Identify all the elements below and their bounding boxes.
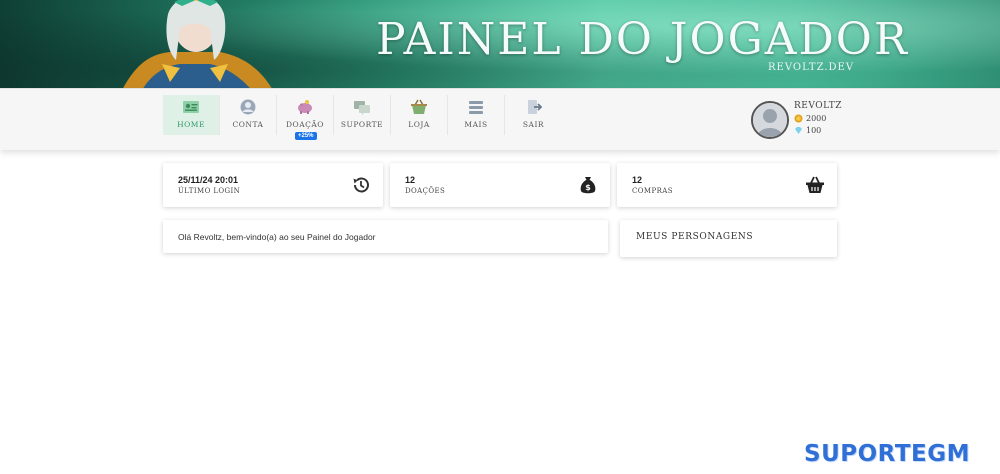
nav-label-doacao: Doação bbox=[286, 120, 324, 129]
nav-label-suporte: Suporte bbox=[340, 120, 384, 129]
nav-label-mais: Mais bbox=[464, 120, 488, 129]
nav-label-loja: Loja bbox=[408, 120, 430, 129]
header-banner: PAINEL DO JOGADOR REVOLTZ.DEV bbox=[0, 0, 1000, 88]
purchases-value: 12 bbox=[632, 175, 643, 185]
money-bag-icon: $ bbox=[580, 177, 596, 194]
nav-item-home[interactable]: Home bbox=[163, 95, 220, 135]
shop-basket-icon bbox=[411, 99, 427, 114]
banner-subtitle: REVOLTZ.DEV bbox=[768, 62, 855, 73]
nav-item-mais[interactable]: Mais bbox=[448, 95, 505, 135]
nav-item-doacao[interactable]: Doação +25% bbox=[277, 95, 334, 140]
avatar[interactable] bbox=[751, 101, 789, 139]
svg-text:$: $ bbox=[585, 183, 591, 192]
banner-title: PAINEL DO JOGADOR bbox=[376, 14, 909, 65]
gold-coin-icon bbox=[794, 114, 803, 123]
gold-amount: 2000 bbox=[806, 114, 827, 123]
logout-icon bbox=[527, 100, 542, 114]
nav-item-conta[interactable]: Conta bbox=[220, 95, 277, 135]
main-nav: Home Conta Doação +25% bbox=[163, 95, 562, 140]
welcome-message: Olá Revoltz, bem-vindo(a) ao seu Painel … bbox=[178, 232, 376, 242]
diamond-amount: 100 bbox=[806, 126, 822, 135]
watermark-logo: SUPORTEGM bbox=[804, 441, 970, 467]
donations-value: 12 bbox=[405, 175, 416, 185]
last-login-value: 25/11/24 20:01 bbox=[178, 175, 239, 185]
history-icon bbox=[353, 177, 369, 193]
last-login-card: 25/11/24 20:01 Último Login bbox=[163, 163, 383, 207]
nav-item-suporte[interactable]: Suporte bbox=[334, 95, 391, 135]
nav-label-conta: Conta bbox=[232, 120, 264, 129]
nav-item-loja[interactable]: Loja bbox=[391, 95, 448, 135]
nav-label-sair: Sair bbox=[522, 120, 545, 129]
welcome-card: Olá Revoltz, bem-vindo(a) ao seu Painel … bbox=[163, 220, 608, 253]
donations-card: 12 Doações $ bbox=[390, 163, 610, 207]
nav-label-home: Home bbox=[177, 120, 205, 129]
hero-character-art bbox=[123, 0, 272, 88]
donation-piggy-icon bbox=[298, 100, 312, 114]
bonus-badge: +25% bbox=[295, 132, 317, 140]
navigation-bar: Home Conta Doação +25% bbox=[0, 88, 1000, 150]
characters-card[interactable]: Meus Personagens bbox=[620, 220, 837, 257]
diamond-icon bbox=[795, 127, 802, 134]
menu-icon bbox=[469, 101, 483, 114]
last-login-label: Último Login bbox=[178, 187, 241, 195]
avatar-placeholder-icon bbox=[753, 103, 787, 137]
diamond-balance: 100 bbox=[794, 126, 821, 135]
purchases-label: Compras bbox=[632, 187, 673, 195]
gold-balance: 2000 bbox=[794, 114, 826, 123]
support-chat-icon bbox=[354, 101, 370, 115]
username: REVOLTZ bbox=[794, 101, 843, 111]
purchases-card: 12 Compras bbox=[617, 163, 837, 207]
shopping-basket-icon bbox=[806, 176, 824, 193]
home-card-icon bbox=[183, 101, 199, 113]
nav-item-sair[interactable]: Sair bbox=[505, 95, 562, 135]
account-icon bbox=[240, 99, 256, 115]
donations-label: Doações bbox=[405, 187, 446, 195]
characters-title: Meus Personagens bbox=[636, 232, 754, 242]
